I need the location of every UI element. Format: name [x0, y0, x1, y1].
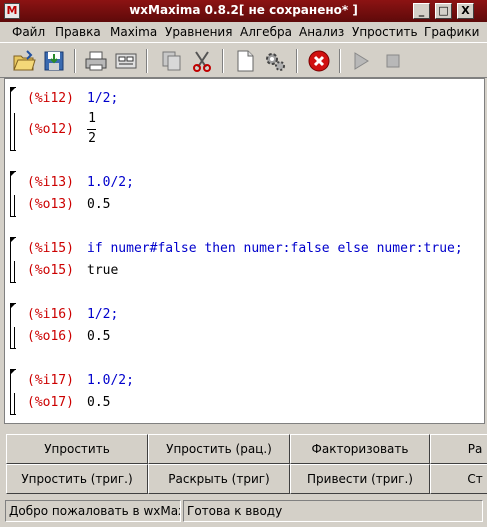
title-bar[interactable]: M wxMaxima 0.8.2[ не сохранено* ] _ □ X [0, 0, 487, 22]
toolbar [0, 42, 487, 78]
output-text: 0.5 [87, 329, 111, 344]
input-label: (%i15) [27, 241, 74, 256]
input-text[interactable]: if numer#false then numer:false else num… [87, 241, 463, 256]
menu-calculus[interactable]: Анализ [299, 25, 344, 39]
toolbar-separator [222, 49, 224, 73]
output-text: true [87, 263, 119, 278]
expand-trig-button[interactable]: Раскрыть (триг) [148, 464, 290, 494]
menu-bar: Файл Правка Maxima Уравнения Алгебра Ана… [0, 22, 487, 42]
simplify-button[interactable]: Упростить [6, 434, 148, 464]
interrupt-icon[interactable] [307, 49, 331, 73]
menu-simplify[interactable]: Упростить [352, 25, 418, 39]
config-icon[interactable] [114, 49, 138, 73]
simplify-trig-button[interactable]: Упростить (триг.) [6, 464, 148, 494]
gear-icon[interactable] [263, 49, 287, 73]
input-label: (%i12) [27, 91, 74, 106]
input-text[interactable]: 1/2; [87, 307, 118, 322]
menu-algebra[interactable]: Алгебра [240, 25, 292, 39]
simplify-rational-button[interactable]: Упростить (рац.) [148, 434, 290, 464]
output-bracket [14, 393, 18, 415]
button-panel: Упростить Упростить (рац.) Факторизовать… [4, 432, 487, 494]
copy-icon[interactable] [160, 49, 184, 73]
output-bracket [14, 113, 18, 151]
stop-icon[interactable] [381, 49, 405, 73]
open-folder-icon[interactable] [12, 49, 36, 73]
fraction-denominator: 2 [88, 131, 96, 146]
output-bracket [14, 261, 18, 283]
new-page-icon[interactable] [233, 49, 257, 73]
maximize-button[interactable]: □ [435, 3, 452, 19]
input-label: (%i17) [27, 373, 74, 388]
minimize-button[interactable]: _ [413, 3, 430, 19]
input-label: (%i13) [27, 175, 74, 190]
status-state: Готова к вводу [183, 500, 483, 522]
factor-button[interactable]: Факторизовать [290, 434, 430, 464]
input-text[interactable]: 1/2; [87, 91, 118, 106]
cut-icon[interactable] [190, 49, 214, 73]
menu-maxima[interactable]: Maxima [110, 25, 157, 39]
reduce-trig-button[interactable]: Привести (триг.) [290, 464, 430, 494]
toolbar-separator [296, 49, 298, 73]
menu-edit[interactable]: Правка [55, 25, 101, 39]
menu-file[interactable]: Файл [12, 25, 45, 39]
save-icon[interactable] [42, 49, 66, 73]
output-label: (%o16) [27, 329, 74, 344]
output-label: (%o15) [27, 263, 74, 278]
toolbar-separator [339, 49, 341, 73]
play-icon[interactable] [349, 49, 373, 73]
output-text: 0.5 [87, 197, 111, 212]
toolbar-separator [74, 49, 76, 73]
output-bracket [14, 195, 18, 217]
input-text[interactable]: 1.0/2; [87, 373, 134, 388]
toolbar-separator [146, 49, 148, 73]
menu-equations[interactable]: Уравнения [165, 25, 232, 39]
status-bar: Добро пожаловать в wxMaxi Готова к вводу [0, 497, 487, 527]
output-text: 0.5 [87, 395, 111, 410]
input-text[interactable]: 1.0/2; [87, 175, 134, 190]
output-label: (%o12) [27, 122, 74, 137]
output-label: (%o13) [27, 197, 74, 212]
worksheet[interactable]: (%i12) 1/2; (%o12) 1 2 (%i13) 1.0/2; (%o… [4, 78, 485, 424]
print-icon[interactable] [84, 49, 108, 73]
fraction-bar [87, 129, 96, 130]
fraction-numerator: 1 [88, 111, 96, 126]
output-bracket [14, 327, 18, 349]
input-label: (%i16) [27, 307, 74, 322]
menu-plot[interactable]: Графики [424, 25, 479, 39]
rectform-button[interactable]: Ст [430, 464, 487, 494]
expand-button[interactable]: Ра [430, 434, 487, 464]
close-button[interactable]: X [457, 3, 474, 19]
output-label: (%o17) [27, 395, 74, 410]
status-message: Добро пожаловать в wxMaxi [5, 500, 181, 522]
